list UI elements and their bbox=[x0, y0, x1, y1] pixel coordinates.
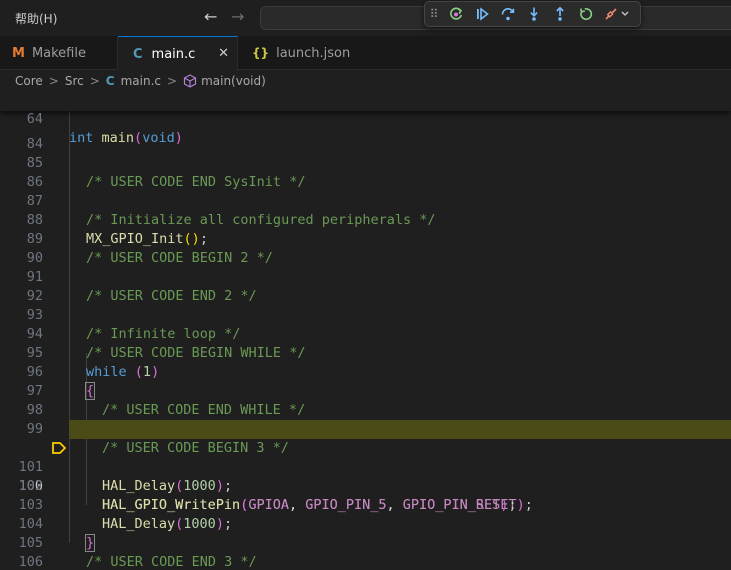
code-line: 90 bbox=[0, 230, 731, 266]
method-cube-icon bbox=[183, 74, 197, 88]
tab-label: launch.json bbox=[276, 45, 351, 61]
line-number: 64 bbox=[26, 111, 43, 127]
code-line: 99 /* USER CODE BEGIN 3 */ bbox=[0, 401, 731, 456]
step-out-icon[interactable] bbox=[549, 4, 571, 24]
step-into-icon[interactable] bbox=[523, 4, 545, 24]
back-arrow-icon[interactable]: ← bbox=[204, 8, 217, 26]
tab-makefile[interactable]: M Makefile bbox=[0, 36, 118, 70]
c-file-icon: C bbox=[105, 74, 115, 88]
paren: ) bbox=[174, 130, 183, 146]
sticky-scroll-header[interactable]: 64 int main(void) bbox=[0, 91, 731, 146]
code-line: 98 bbox=[0, 382, 731, 418]
tab-label: Makefile bbox=[31, 45, 86, 61]
debug-toolbar: ⠿ bbox=[424, 1, 641, 27]
code-line: 97 /* USER CODE END WHILE */ bbox=[0, 363, 731, 418]
function-name: main bbox=[101, 130, 135, 146]
breadcrumb-item-src[interactable]: Src bbox=[65, 74, 84, 88]
code-line: 92 bbox=[0, 268, 731, 304]
close-icon[interactable]: ✕ bbox=[218, 46, 229, 61]
continue-icon[interactable] bbox=[471, 4, 493, 24]
chevron-right-icon: > bbox=[48, 74, 59, 88]
step-over-icon[interactable] bbox=[497, 4, 519, 24]
code-line: 106 } bbox=[0, 534, 731, 570]
code-line: 91 /* USER CODE END 2 */ bbox=[0, 249, 731, 304]
code-line: 89 /* USER CODE BEGIN 2 */ bbox=[0, 211, 731, 266]
tab-main-c[interactable]: C main.c ✕ bbox=[118, 36, 238, 71]
editor-tab-bar: M Makefile C main.c ✕ {} launch.json bbox=[0, 36, 731, 71]
breadcrumb-item-core[interactable]: Core bbox=[15, 74, 43, 88]
breadcrumb: Core > Src > C main.c > main(void) bbox=[0, 71, 731, 91]
code-line: 95 while (1) bbox=[0, 325, 731, 380]
keyword: void bbox=[142, 130, 175, 146]
restart-icon[interactable] bbox=[575, 4, 597, 24]
paren: ( bbox=[134, 130, 143, 146]
drag-grip-icon[interactable]: ⠿ bbox=[427, 4, 441, 24]
chevron-right-icon: > bbox=[89, 74, 100, 88]
code-line: 101 HAL_Delay(1000); bbox=[0, 439, 731, 494]
code-line: 86 bbox=[0, 154, 731, 190]
tab-label: main.c bbox=[151, 46, 196, 62]
code-line: 105 /* USER CODE END 3 */ bbox=[0, 515, 731, 570]
code-line: 96 { bbox=[0, 344, 731, 400]
code-line: 93 /* Infinite loop */ bbox=[0, 287, 731, 342]
code-line: 103 HAL_Delay(1000); bbox=[0, 477, 731, 532]
code-editor[interactable]: 64 int main(void) 84 85 /* USER CODE END… bbox=[0, 91, 731, 570]
keyword: int bbox=[69, 130, 94, 146]
current-execution-line: 100 HAL_GPIO_WritePin(GPIOA, GPIO_PIN_5,… bbox=[0, 420, 731, 513]
code-line: 94 /* USER CODE BEGIN WHILE */ bbox=[0, 306, 731, 361]
code-line: 102 HAL_GPIO_WritePin(GPIOA, GPIO_PIN_5,… bbox=[0, 458, 731, 513]
breadcrumb-item-file[interactable]: main.c bbox=[121, 74, 161, 88]
chevron-right-icon: > bbox=[167, 74, 178, 88]
disconnect-icon[interactable] bbox=[601, 4, 633, 24]
code-line: 88 MX_GPIO_Init(); bbox=[0, 192, 731, 247]
json-file-icon: {} bbox=[252, 46, 270, 60]
line-highlight bbox=[69, 420, 731, 439]
code-line: 87 /* Initialize all configured peripher… bbox=[0, 173, 731, 228]
restart-frame-icon[interactable] bbox=[445, 4, 467, 24]
c-file-icon: C bbox=[133, 46, 143, 62]
tab-launch-json[interactable]: {} launch.json bbox=[238, 36, 358, 70]
menu-help[interactable]: 帮助(H) bbox=[15, 10, 57, 27]
title-bar: 帮助(H) ← → ⠿ bbox=[0, 0, 731, 37]
forward-arrow-icon[interactable]: → bbox=[231, 8, 244, 26]
breadcrumb-item-symbol[interactable]: main(void) bbox=[201, 74, 266, 88]
code-line: 107 bbox=[0, 553, 731, 570]
makefile-icon: M bbox=[12, 45, 25, 61]
code-line: 104 } bbox=[0, 496, 731, 552]
